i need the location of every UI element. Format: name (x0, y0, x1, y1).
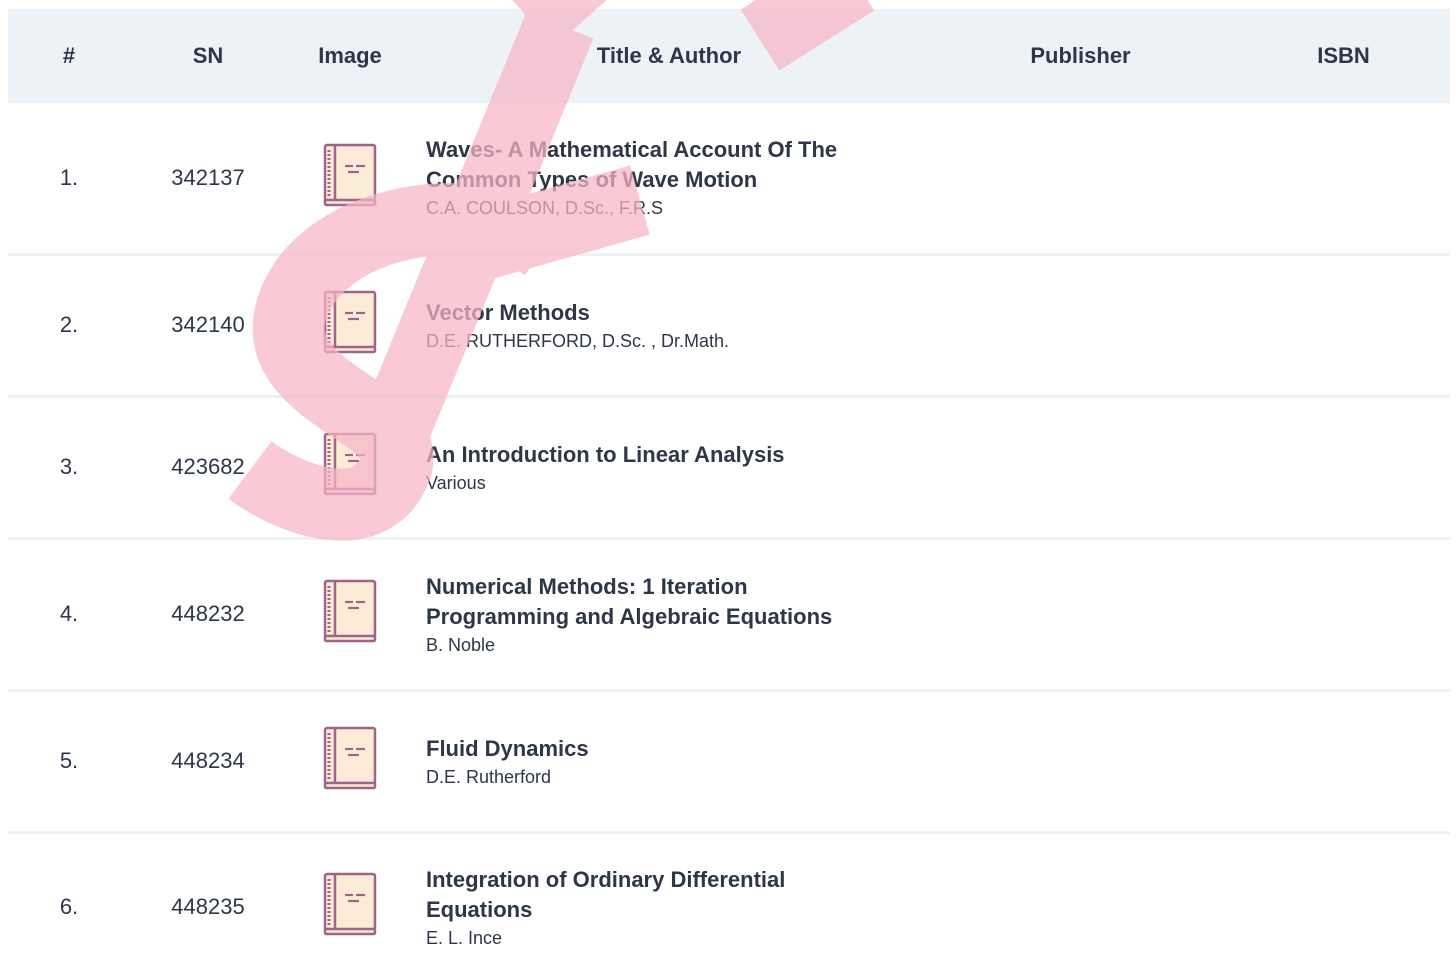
header-image: Image (318, 43, 382, 68)
header-number: # (62, 43, 76, 68)
row-title-author: Waves- A Mathematical Account Of The Com… (414, 103, 924, 254)
row-isbn (1237, 254, 1450, 396)
table-row[interactable]: 5. 448234 Fluid Dynamics D.E. Rutherford (8, 690, 1450, 832)
header-publisher: Publisher (1030, 43, 1131, 68)
row-sn: 448232 (171, 601, 245, 626)
row-sn: 448235 (171, 894, 245, 919)
row-isbn (1237, 396, 1450, 538)
books-table: # SN Image Title & Author Publisher ISBN… (8, 9, 1450, 973)
book-author: E. L. Ince (426, 927, 503, 948)
row-publisher (924, 538, 1237, 690)
row-image[interactable] (286, 254, 414, 396)
row-number: 6. (59, 894, 79, 919)
row-isbn (1237, 832, 1450, 973)
row-image[interactable] (286, 103, 414, 254)
header-isbn: ISBN (1317, 43, 1370, 68)
row-title-author: Fluid Dynamics D.E. Rutherford (414, 690, 924, 832)
row-title-author: Vector Methods D.E. RUTHERFORD, D.Sc. , … (414, 254, 924, 396)
row-publisher (924, 690, 1237, 832)
book-title-link[interactable]: Integration of Ordinary Differential Equ… (426, 865, 896, 925)
book-icon (322, 431, 378, 497)
book-author: C.A. COULSON, D.Sc., F.R.S (426, 198, 664, 219)
row-publisher (924, 396, 1237, 538)
row-image[interactable] (286, 396, 414, 538)
header-sn: SN (192, 43, 224, 68)
book-title-link[interactable]: Vector Methods (426, 298, 896, 328)
row-title-author: An Introduction to Linear Analysis Vario… (414, 396, 924, 538)
row-number: 5. (59, 748, 79, 773)
row-sn: 423682 (171, 454, 245, 479)
book-icon (322, 578, 378, 644)
row-sn: 448234 (171, 748, 245, 773)
header-title-author: Title & Author (596, 43, 742, 68)
table-row[interactable]: 2. 342140 Vector Methods D.E. RUTHERFORD… (8, 254, 1450, 396)
table-header-row: # SN Image Title & Author Publisher ISBN (8, 9, 1450, 103)
row-number: 3. (59, 454, 79, 479)
row-image[interactable] (286, 538, 414, 690)
book-icon (322, 142, 378, 208)
table-row[interactable]: 1. 342137 Waves- A Mathematical Account … (8, 103, 1450, 254)
book-title-link[interactable]: Fluid Dynamics (426, 734, 896, 764)
row-number: 1. (59, 164, 79, 190)
row-title-author: Numerical Methods: 1 Iteration Programmi… (414, 538, 924, 690)
page: # SN Image Title & Author Publisher ISBN… (0, 0, 1456, 973)
row-number: 2. (59, 312, 79, 337)
row-sn: 342137 (171, 164, 245, 190)
row-publisher (924, 103, 1237, 254)
row-isbn (1237, 690, 1450, 832)
row-publisher (924, 832, 1237, 973)
book-author: Various (426, 472, 486, 493)
row-isbn (1237, 538, 1450, 690)
row-isbn (1237, 103, 1450, 254)
book-author: B. Noble (426, 634, 496, 655)
row-image[interactable] (286, 832, 414, 973)
table-row[interactable]: 6. 448235 Integration of Ordinary Differ… (8, 832, 1450, 973)
book-title-link[interactable]: Numerical Methods: 1 Iteration Programmi… (426, 572, 896, 632)
book-author: D.E. Rutherford (426, 766, 552, 787)
row-number: 4. (59, 601, 79, 626)
book-title-link[interactable]: Waves- A Mathematical Account Of The Com… (426, 135, 896, 195)
book-icon (322, 725, 378, 791)
table-row[interactable]: 4. 448232 Numerical Methods: 1 Iteration… (8, 538, 1450, 690)
row-image[interactable] (286, 690, 414, 832)
table-row[interactable]: 3. 423682 An Introduction to Linear Anal… (8, 396, 1450, 538)
row-title-author: Integration of Ordinary Differential Equ… (414, 832, 924, 973)
book-author: D.E. RUTHERFORD, D.Sc. , Dr.Math. (426, 330, 730, 351)
row-publisher (924, 254, 1237, 396)
book-icon (322, 289, 378, 355)
book-title-link[interactable]: An Introduction to Linear Analysis (426, 440, 896, 470)
book-icon (322, 871, 378, 937)
row-sn: 342140 (171, 312, 245, 337)
